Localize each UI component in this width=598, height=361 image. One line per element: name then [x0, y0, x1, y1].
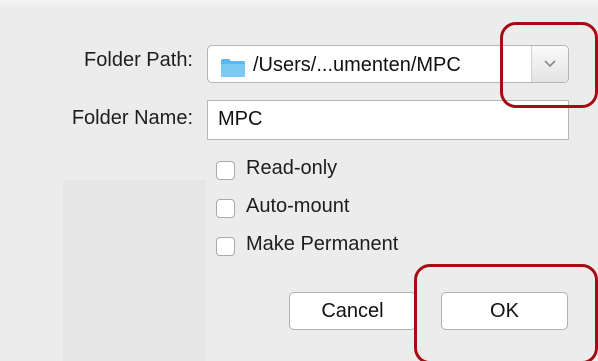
read-only-label[interactable]: Read-only [246, 157, 337, 180]
folder-path-popup[interactable]: /Users/...umenten/MPC [207, 45, 569, 83]
folder-name-label: Folder Name: [71, 107, 193, 129]
shared-folder-dialog: Folder Path: /Users/...umenten/MPC Folde… [0, 0, 598, 361]
folder-path-label: Folder Path: [84, 49, 193, 71]
make-permanent-label[interactable]: Make Permanent [246, 233, 398, 256]
folder-name-input[interactable] [218, 108, 548, 131]
folder-path-value: /Users/...umenten/MPC [253, 54, 461, 76]
folder-path-dropdown-button[interactable] [531, 46, 568, 82]
chevron-down-icon [544, 60, 556, 68]
auto-mount-label[interactable]: Auto-mount [246, 195, 349, 218]
ok-button[interactable]: OK [441, 292, 568, 330]
cancel-button[interactable]: Cancel [289, 292, 416, 330]
read-only-checkbox[interactable] [216, 161, 235, 180]
folder-icon [220, 58, 246, 78]
background-panel [63, 180, 206, 361]
auto-mount-checkbox[interactable] [216, 199, 235, 218]
dialog-top-edge [0, 0, 598, 8]
folder-name-field[interactable] [207, 100, 569, 140]
make-permanent-checkbox[interactable] [216, 237, 235, 256]
